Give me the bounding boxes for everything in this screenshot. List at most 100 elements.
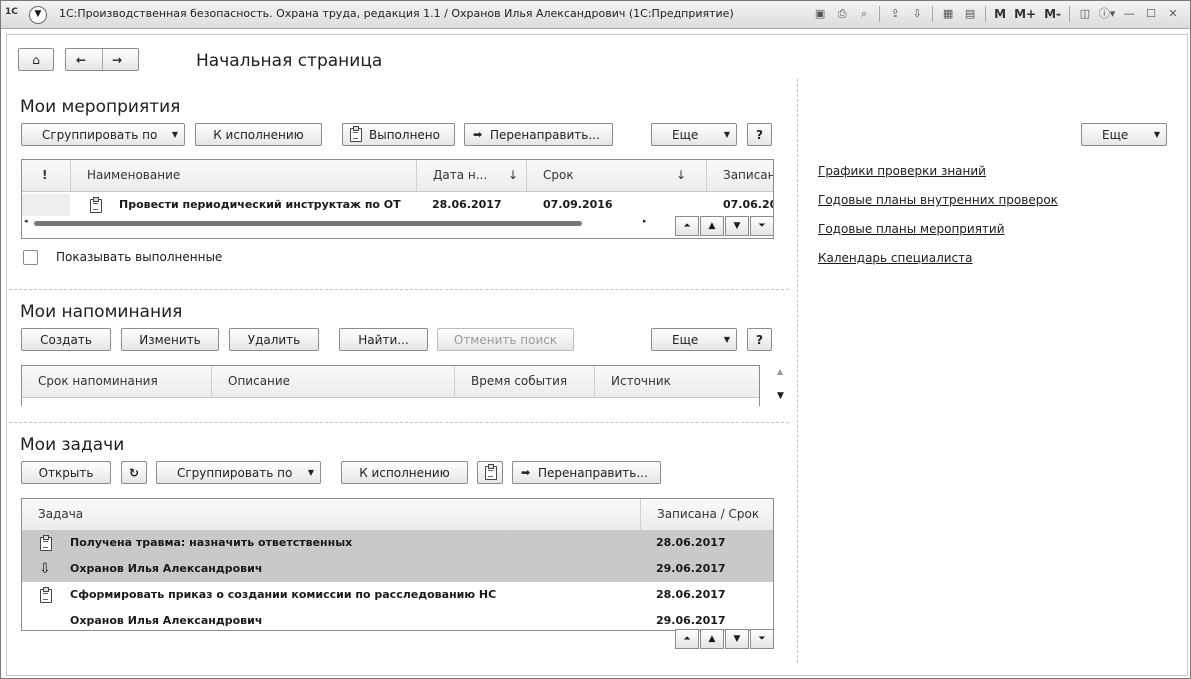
scroll-down-icon[interactable]: ▼ [725,629,749,649]
link-internal-audit-plans[interactable]: Годовые планы внутренних проверок [818,193,1058,207]
clipboard-icon [90,197,102,213]
task-open-button[interactable]: Открыть [21,461,111,484]
more-label: Еще [672,128,699,142]
column-header-start-date[interactable]: Дата н... ↓ [417,160,527,191]
reminders-more-button[interactable]: Еще ▼ [651,328,737,351]
history-nav: ← → [65,48,139,71]
refresh-icon: ↻ [128,466,140,480]
task-date: 29.06.2017 [656,614,726,627]
table-row[interactable]: Охранов Илья Александрович 29.06.2017 [22,608,773,630]
calendar-icon[interactable]: ▤ [961,5,979,23]
column-header-recorded[interactable]: Записан [707,160,773,191]
back-arrow-icon[interactable]: ← [76,49,86,71]
events-group-by-button[interactable]: Сгруппировать по ▼ [21,123,185,146]
event-deadline: 07.09.2016 [543,198,613,211]
sort-arrow-icon: ↓ [507,168,518,182]
events-execute-button[interactable]: К исполнению [195,123,322,146]
memory-plus-button[interactable]: M+ [1012,5,1038,23]
scroll-right-icon[interactable]: ▸ [643,217,647,225]
events-done-button[interactable]: Выполнено [342,123,455,146]
chevron-down-icon: ▼ [1153,130,1160,139]
minimize-icon[interactable]: — [1120,5,1138,23]
refresh-button[interactable]: ↻ [121,461,147,484]
events-more-button[interactable]: Еще ▼ [651,123,737,146]
scroll-up-icon[interactable]: ▲ [777,367,783,376]
download-icon[interactable]: ⇩ [908,5,926,23]
forward-arrow-icon[interactable]: → [112,49,122,71]
scroll-last-icon[interactable]: ⏷ [750,216,774,236]
reminder-find-button[interactable]: Найти... [339,328,428,351]
reminder-edit-button[interactable]: Изменить [121,328,219,351]
column-header-importance[interactable]: ! [22,160,71,191]
column-header-event-time[interactable]: Время события [455,366,595,397]
redirect-arrow-icon: ➡ [521,466,531,479]
info-icon[interactable]: ⓘ▾ [1098,5,1116,23]
scroll-down-icon[interactable]: ▼ [725,216,749,236]
panels-icon[interactable]: ◫ [1076,5,1094,23]
column-header-deadline[interactable]: Срок ↓ [527,160,707,191]
print-icon[interactable]: ⎙ [833,5,851,23]
memory-button[interactable]: M [992,5,1008,23]
events-redirect-button[interactable]: ➡ Перенаправить... [464,123,613,146]
column-header-description[interactable]: Описание [212,366,455,397]
toolbar-separator [932,6,934,22]
column-header-source[interactable]: Источник [595,366,759,397]
scroll-last-icon[interactable]: ⏷ [750,629,774,649]
scroll-left-icon[interactable]: ◂ [24,217,28,225]
done-label: Выполнено [369,128,440,142]
horizontal-scrollbar[interactable]: ◂ ▸ [24,217,654,228]
redirect-label: Перенаправить... [490,128,600,142]
more-label: Еще [1102,128,1129,142]
link-specialist-calendar[interactable]: Календарь специалиста [818,251,972,265]
scroll-up-icon[interactable]: ▲ [700,629,724,649]
tasks-redirect-button[interactable]: ➡ Перенаправить... [512,461,661,484]
save-icon[interactable]: ▣ [811,5,829,23]
column-header-recorded-deadline[interactable]: Записана / Срок [641,499,771,530]
scrollbar-thumb[interactable] [34,221,582,226]
scroll-down-icon[interactable]: ▼ [777,391,784,401]
upload-icon[interactable]: ⇪ [886,5,904,23]
table-row[interactable]: Провести периодический инструктаж по ОТ … [22,194,773,216]
table-row[interactable]: ⇩ Охранов Илья Александрович 29.06.2017 [22,556,773,582]
tasks-execute-button[interactable]: К исполнению [341,461,468,484]
calculator-icon[interactable]: ▦ [939,5,957,23]
table-row[interactable]: Получена травма: назначить ответственных… [22,530,773,556]
scroll-first-icon[interactable]: ⏶ [675,216,699,236]
reminders-help-button[interactable]: ? [747,328,772,351]
section-divider [9,422,789,423]
start-date-label: Дата н... [433,168,488,182]
reminder-delete-button[interactable]: Удалить [229,328,319,351]
link-annual-event-plans[interactable]: Годовые планы мероприятий [818,222,1005,236]
link-knowledge-check-schedules[interactable]: Графики проверки знаний [818,164,986,178]
tasks-heading: Мои задачи [20,435,125,455]
preview-icon[interactable]: ⌕ [855,5,873,23]
scroll-first-icon[interactable]: ⏶ [675,629,699,649]
close-icon[interactable]: ✕ [1164,5,1182,23]
event-recorded: 07.06.20 [723,198,774,211]
column-header-reminder-date[interactable]: Срок напоминания [22,366,212,397]
column-header-name[interactable]: Наименование [71,160,417,191]
chevron-down-icon: ▼ [723,130,730,139]
redirect-label: Перенаправить... [538,466,648,480]
scroll-up-icon[interactable]: ▲ [700,216,724,236]
chevron-down-icon: ▼ [723,335,730,344]
reminder-create-button[interactable]: Создать [21,328,111,351]
memory-minus-button[interactable]: M- [1042,5,1063,23]
title-bar: 1С ▼ 1С:Производственная безопасность. О… [1,1,1190,29]
clipboard-icon [485,464,497,480]
clipboard-icon [350,126,362,142]
table-row[interactable]: Сформировать приказ о создании комиссии … [22,582,773,608]
toolbar-separator [879,6,881,22]
reminders-table: Срок напоминания Описание Время события … [21,365,760,406]
tasks-done-button[interactable] [477,461,503,484]
show-done-label: Показывать выполненные [56,250,223,264]
maximize-icon[interactable]: ☐ [1142,5,1160,23]
sidebar-more-button[interactable]: Еще ▼ [1081,123,1167,146]
show-done-checkbox[interactable] [23,250,38,265]
reminder-cancel-search-button[interactable]: Отменить поиск [437,328,574,351]
events-help-button[interactable]: ? [747,123,772,146]
main-menu-button[interactable]: ▼ [29,6,47,24]
home-button[interactable]: ⌂ [18,48,54,71]
tasks-group-by-button[interactable]: Сгруппировать по ▼ [156,461,321,484]
column-header-task[interactable]: Задача [22,499,641,530]
